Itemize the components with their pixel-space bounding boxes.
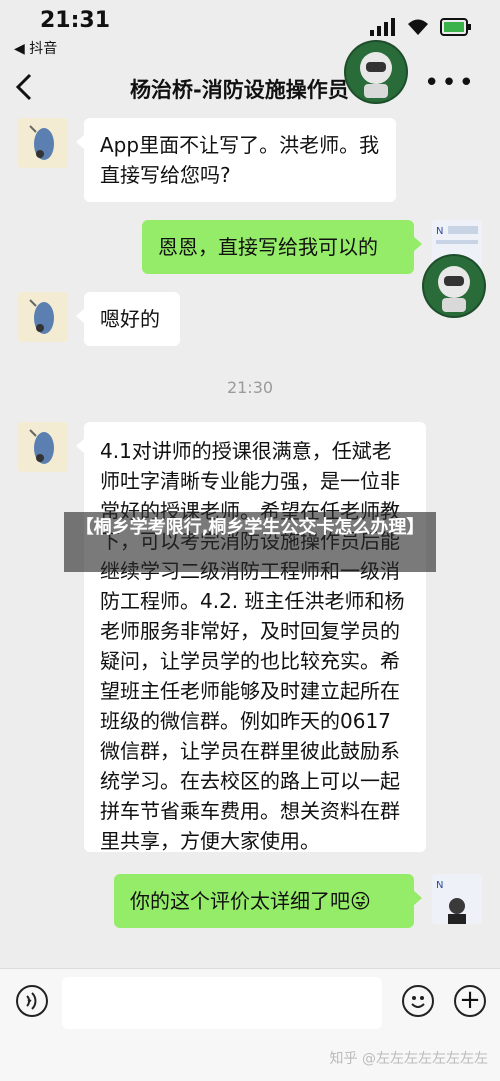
status-icons bbox=[370, 18, 472, 36]
message-bubble-received[interactable]: 嗯好的 bbox=[76, 292, 180, 346]
chat-title: 杨治桥-消防设施操作员 bbox=[130, 78, 349, 102]
message-timestamp: 21:30 bbox=[226, 378, 274, 397]
watermark: 知乎 @左左左左左左左左 bbox=[329, 1051, 488, 1067]
wifi-icon bbox=[408, 19, 428, 35]
status-time: 21:31 bbox=[40, 8, 111, 33]
battery-icon bbox=[440, 18, 471, 36]
contact-avatar[interactable] bbox=[18, 292, 68, 342]
svg-text:N: N bbox=[436, 226, 443, 237]
message-bubble-sent[interactable]: 你的这个评价太详细了吧😜 bbox=[114, 874, 422, 928]
message-bubble-received[interactable]: 4.1对讲师的授课很满意，任斌老师吐字清晰专业能力强，是一位非常好的授课老师。希… bbox=[76, 422, 426, 853]
voice-icon[interactable] bbox=[16, 985, 48, 1017]
plus-icon[interactable]: + bbox=[454, 985, 486, 1017]
more-icon[interactable]: ••• bbox=[424, 68, 476, 98]
input-bar: + bbox=[0, 968, 500, 1039]
astronaut-sticker-icon bbox=[344, 40, 408, 104]
signal-icon bbox=[370, 18, 395, 36]
chat-header: 杨治桥-消防设施操作员 ••• bbox=[0, 60, 500, 118]
svg-text:N: N bbox=[436, 880, 443, 891]
message-bubble-received[interactable]: App里面不让写了。洪老师。我直接写给您吗? bbox=[76, 118, 396, 202]
contact-avatar[interactable] bbox=[18, 422, 68, 472]
back-chevron-icon[interactable] bbox=[14, 72, 34, 109]
message-input[interactable] bbox=[62, 977, 382, 1029]
contact-avatar[interactable] bbox=[18, 118, 68, 168]
my-avatar[interactable]: N bbox=[432, 874, 482, 924]
status-bar: 21:31 ◀ 抖音 bbox=[0, 0, 500, 60]
emoji-icon[interactable] bbox=[402, 985, 434, 1017]
message-bubble-sent[interactable]: 恩恩，直接写给我可以的 bbox=[142, 220, 422, 274]
overlay-caption: 【桐乡学考限行,桐乡学生公交卡怎么办理】 bbox=[64, 512, 436, 572]
bottom-strip: 知乎 @左左左左左左左左 bbox=[0, 1038, 500, 1081]
astronaut-sticker-icon bbox=[422, 254, 486, 318]
back-to-app-link[interactable]: ◀ 抖音 bbox=[14, 38, 57, 58]
